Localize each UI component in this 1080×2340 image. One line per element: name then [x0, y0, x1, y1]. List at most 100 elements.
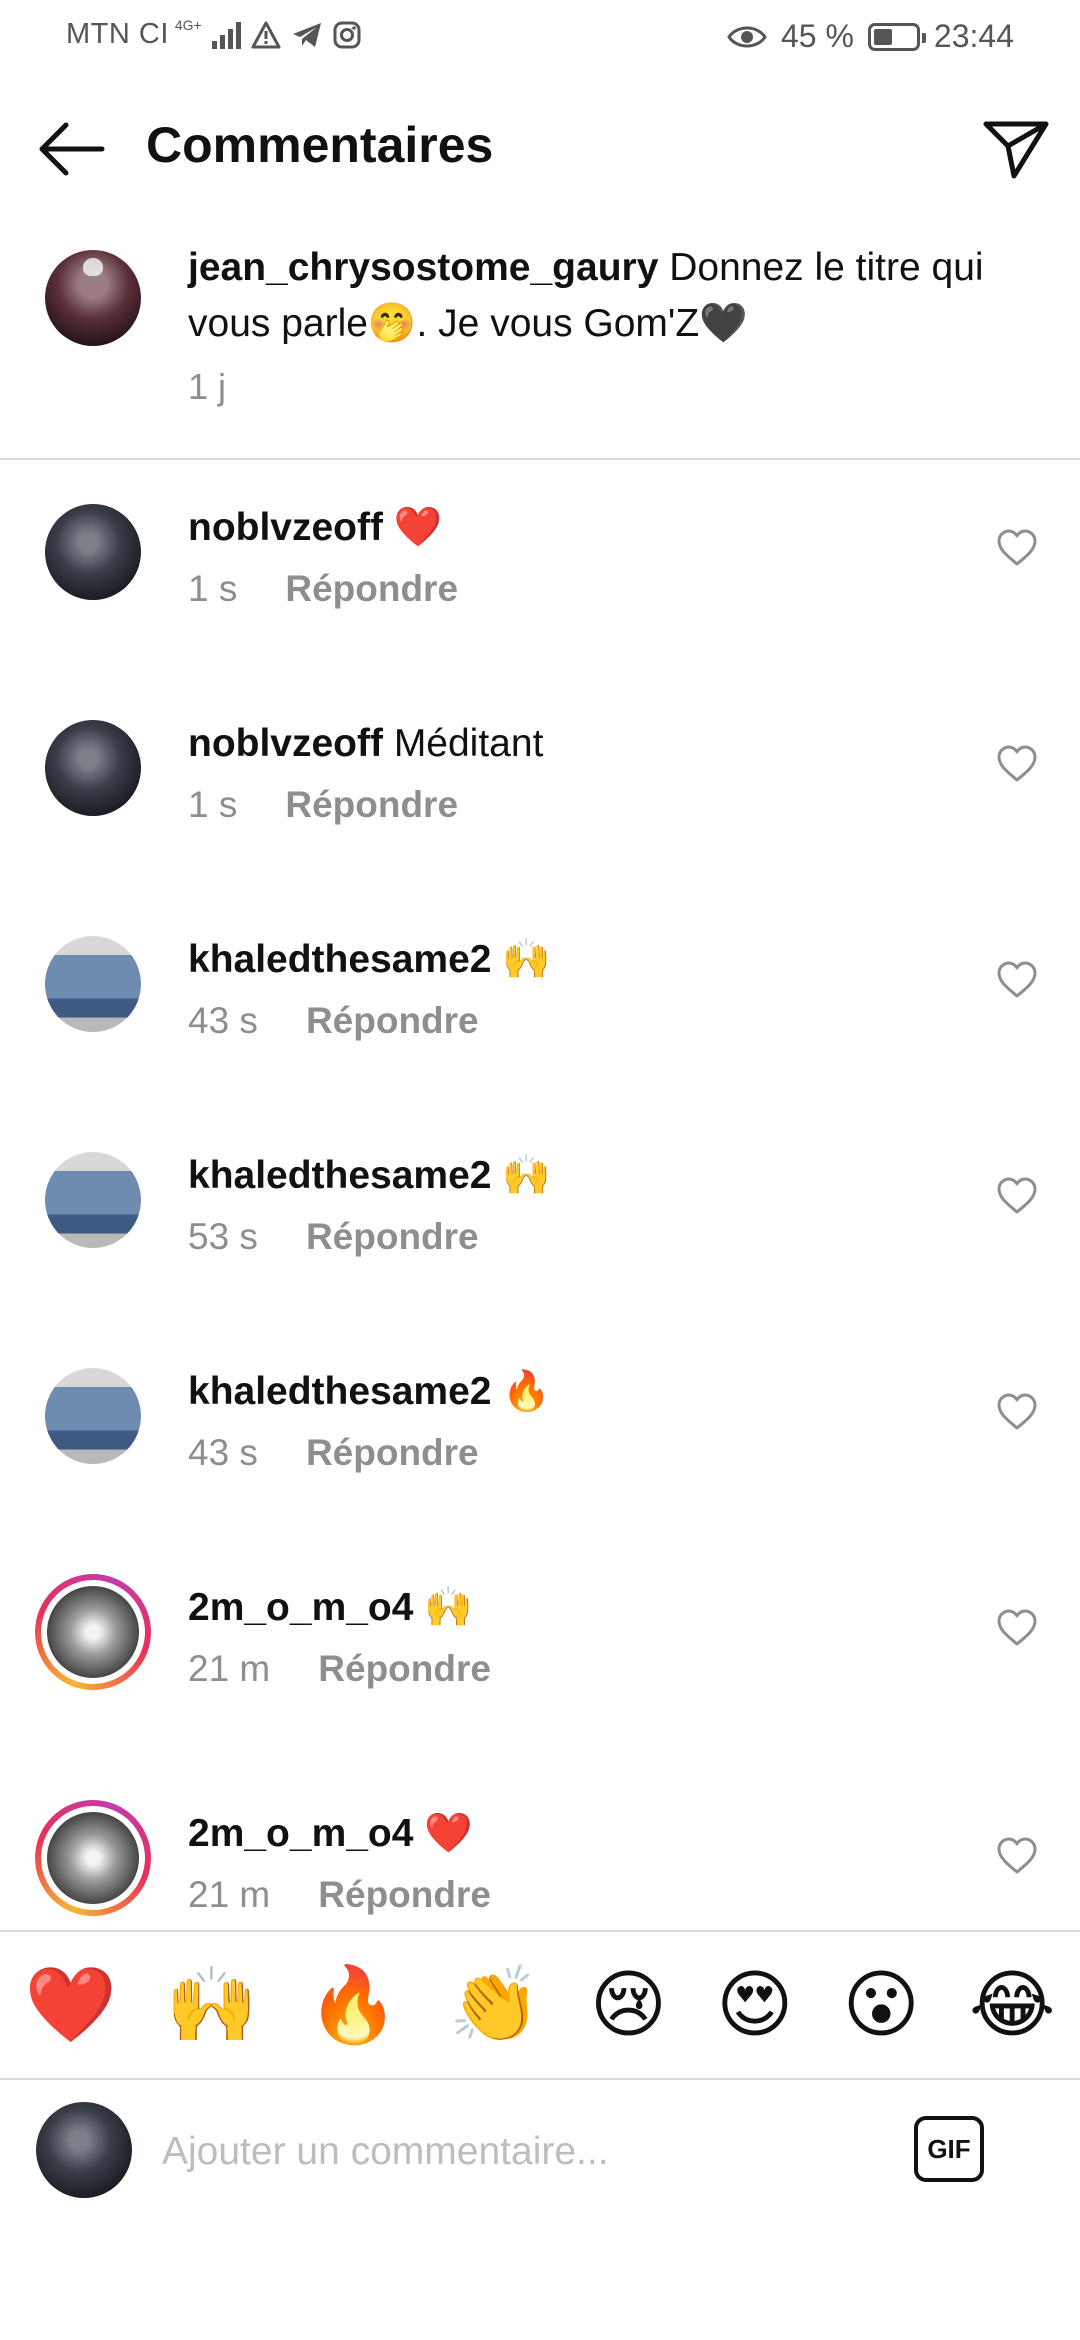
comment-meta: 21 m Répondre: [188, 1648, 491, 1690]
heart-icon[interactable]: [996, 1392, 1038, 1432]
comment-meta: 1 s Répondre: [188, 784, 458, 826]
back-button[interactable]: [30, 114, 110, 184]
reaction-clap[interactable]: 👏: [449, 1968, 541, 2042]
comment-body: Méditant: [382, 722, 544, 765]
caption-username[interactable]: jean_chrysostome_gaury: [188, 246, 658, 289]
signal-icon: [211, 21, 241, 49]
comment-time: 1 s: [188, 568, 238, 609]
avatar: [47, 1812, 139, 1904]
comment-composer: GIF: [0, 2078, 1080, 2228]
avatar[interactable]: [45, 936, 141, 1032]
reply-button[interactable]: Répondre: [306, 1432, 479, 1474]
eye-icon: [727, 26, 767, 47]
comment-meta: 43 s Répondre: [188, 1000, 479, 1042]
comment-text: khaledthesame2 🙌: [188, 932, 551, 988]
comment-username[interactable]: 2m_o_m_o4: [188, 1812, 413, 1855]
list-item: khaledthesame2 🙌 43 s Répondre: [0, 936, 1080, 1136]
comment-username[interactable]: khaledthesame2: [188, 938, 492, 981]
comment-text: 2m_o_m_o4 🙌: [188, 1580, 473, 1636]
comment-body: 🔥: [491, 1370, 551, 1413]
reply-button[interactable]: Répondre: [306, 1000, 479, 1042]
comment-time: 21 m: [188, 1648, 271, 1689]
status-bar: MTN CI 4G+ 45 % 23:44: [0, 0, 1080, 78]
warning-icon: [251, 21, 281, 48]
avatar[interactable]: [45, 1368, 141, 1464]
comment-meta: 1 s Répondre: [188, 568, 458, 610]
reply-button[interactable]: Répondre: [285, 784, 458, 826]
comment-time: 43 s: [188, 1000, 258, 1041]
comment-text: 2m_o_m_o4 ❤️: [188, 1806, 473, 1862]
avatar[interactable]: [45, 1152, 141, 1248]
comment-username[interactable]: noblvzeoff: [188, 506, 383, 549]
comment-meta: 43 s Répondre: [188, 1432, 479, 1474]
reply-button[interactable]: Répondre: [285, 568, 458, 610]
heart-icon[interactable]: [996, 1836, 1038, 1876]
carrier-label: MTN CI: [66, 18, 169, 50]
share-button[interactable]: [980, 116, 1052, 182]
list-item: 2m_o_m_o4 ❤️ 21 m Répondre: [0, 1800, 1080, 1920]
comment-body: 🙌: [491, 1154, 551, 1197]
status-left: MTN CI 4G+: [66, 16, 361, 51]
comment-time: 1 s: [188, 784, 238, 825]
comment-username[interactable]: khaledthesame2: [188, 1370, 492, 1413]
heart-icon[interactable]: [996, 528, 1038, 568]
list-item: khaledthesame2 🔥 43 s Répondre: [0, 1368, 1080, 1568]
list-item: 2m_o_m_o4 🙌 21 m Répondre: [0, 1574, 1080, 1784]
avatar: [36, 2102, 132, 2198]
clock: 23:44: [933, 18, 1014, 54]
reaction-fire[interactable]: 🔥: [307, 1968, 399, 2042]
comment-input[interactable]: [160, 2116, 724, 2188]
comment-username[interactable]: 2m_o_m_o4: [188, 1586, 413, 1629]
avatar[interactable]: [45, 720, 141, 816]
reaction-laughing[interactable]: 😂: [969, 1968, 1055, 2042]
comment-time: 21 m: [188, 1874, 271, 1915]
reaction-raised-hands[interactable]: 🙌: [166, 1968, 258, 2042]
comment-body: 🙌: [491, 938, 551, 981]
reaction-surprised[interactable]: 😮: [843, 1968, 920, 2042]
caption-time: 1 j: [188, 366, 227, 407]
avatar-story-ring[interactable]: [35, 1800, 151, 1916]
avatar[interactable]: [45, 250, 141, 346]
page-title: Commentaires: [146, 117, 494, 173]
comment-username[interactable]: noblvzeoff: [188, 722, 383, 765]
gif-button[interactable]: GIF: [914, 2116, 984, 2182]
comment-body: 🙌: [413, 1586, 473, 1629]
battery-icon: [867, 22, 926, 51]
heart-icon[interactable]: [996, 960, 1038, 1000]
list-item: noblvzeoff ❤️ 1 s Répondre: [0, 504, 1080, 704]
battery-percent: 45 %: [780, 18, 854, 54]
heart-icon[interactable]: [996, 1608, 1038, 1648]
reaction-sad[interactable]: 😢: [590, 1968, 667, 2042]
instagram-icon: [333, 21, 361, 48]
arrow-left-icon: [39, 122, 105, 176]
reaction-heart[interactable]: ❤️: [25, 1968, 117, 2042]
telegram-icon: [292, 22, 321, 47]
comment-body: ❤️: [413, 1812, 473, 1855]
list-item: noblvzeoff Méditant 1 s Répondre: [0, 720, 1080, 920]
heart-icon[interactable]: [996, 744, 1038, 784]
comment-text: khaledthesame2 🔥: [188, 1364, 551, 1420]
comment-text: noblvzeoff Méditant: [188, 716, 543, 772]
top-app-bar: Commentaires: [0, 100, 1080, 196]
reaction-heart-eyes[interactable]: 😍: [716, 1968, 793, 2042]
avatar-story-ring[interactable]: [35, 1574, 151, 1690]
reply-button[interactable]: Répondre: [318, 1648, 491, 1690]
comment-time: 53 s: [188, 1216, 258, 1257]
status-right: 45 % 23:44: [727, 18, 1014, 55]
list-item: khaledthesame2 🙌 53 s Répondre: [0, 1152, 1080, 1352]
heart-icon[interactable]: [996, 1176, 1038, 1216]
caption-text: jean_chrysostome_gaury Donnez le titre q…: [188, 240, 1008, 352]
comment-text: noblvzeoff ❤️: [188, 500, 442, 556]
comment-text: khaledthesame2 🙌: [188, 1148, 551, 1204]
comment-username[interactable]: khaledthesame2: [188, 1154, 492, 1197]
network-type: 4G+: [174, 16, 202, 33]
quick-reaction-bar: ❤️ 🙌 🔥 👏 😢 😍 😮 😂: [0, 1930, 1080, 2080]
post-caption: jean_chrysostome_gaury Donnez le titre q…: [0, 236, 1080, 460]
comment-time: 43 s: [188, 1432, 258, 1473]
comment-body: ❤️: [382, 506, 443, 549]
avatar[interactable]: [45, 504, 141, 600]
reply-button[interactable]: Répondre: [318, 1874, 491, 1916]
comment-meta: 21 m Répondre: [188, 1874, 491, 1916]
reply-button[interactable]: Répondre: [306, 1216, 479, 1258]
send-icon: [983, 121, 1049, 179]
